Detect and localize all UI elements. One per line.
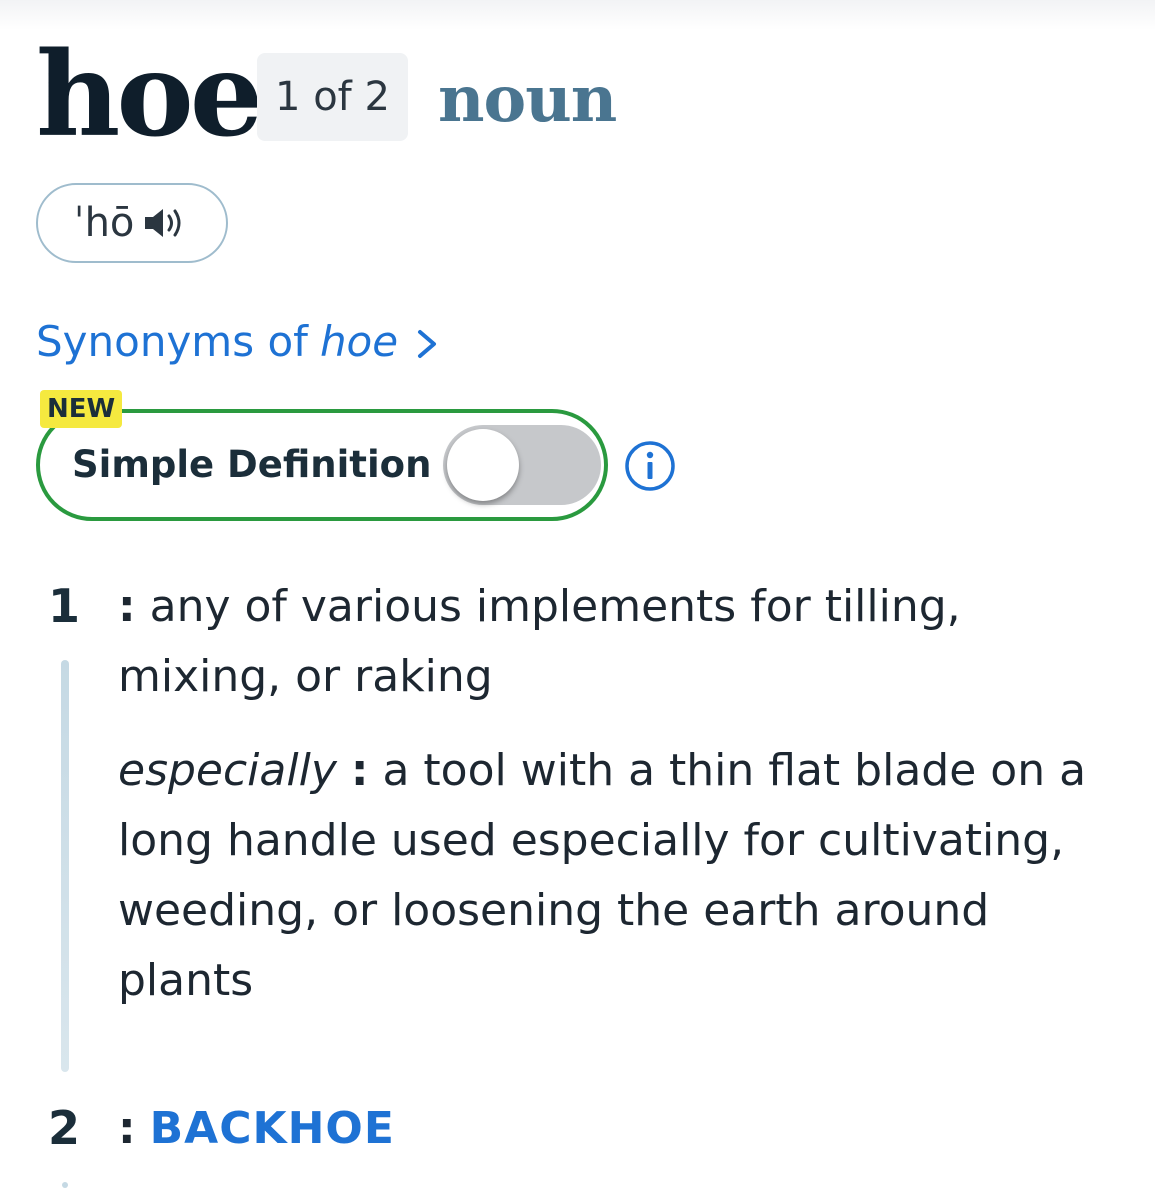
- headword: hoe: [36, 27, 264, 163]
- subsense-label: especially: [118, 745, 337, 796]
- sense-bar: [61, 660, 69, 1072]
- headword-row: hoe 1 of 2 noun: [36, 20, 1136, 163]
- sense-2-definition: : BACKHOE: [118, 1094, 1128, 1164]
- synonyms-prefix: Synonyms of: [36, 317, 308, 366]
- definition-text: any of various implements for tilling, m…: [118, 581, 961, 702]
- simple-definition-toggle[interactable]: [443, 425, 601, 505]
- sense-1-definition: : any of various implements for tilling,…: [118, 572, 1128, 712]
- chevron-right-icon: [412, 322, 442, 362]
- toggle-knob: [447, 429, 519, 501]
- sense-number-2: 2: [48, 1101, 81, 1155]
- definition-colon: :: [118, 581, 136, 632]
- info-icon[interactable]: [624, 440, 676, 492]
- backhoe-link[interactable]: BACKHOE: [150, 1103, 395, 1154]
- definition-colon: :: [118, 1103, 136, 1154]
- part-of-speech[interactable]: noun: [438, 50, 617, 150]
- sense-1-subsense: especially : a tool with a thin flat bla…: [118, 736, 1118, 1016]
- definition-colon: :: [350, 745, 369, 796]
- new-badge: NEW: [40, 390, 123, 428]
- pronunciation-button[interactable]: ˈhō: [36, 183, 228, 263]
- synonyms-link[interactable]: Synonyms of hoe: [36, 314, 442, 370]
- sense-bar-start: [62, 1182, 68, 1188]
- sense-number-1: 1: [48, 579, 81, 633]
- homograph-badge: 1 of 2: [257, 53, 408, 141]
- pronunciation-text: ˈhō: [73, 200, 135, 246]
- synonyms-word: hoe: [319, 317, 399, 366]
- speaker-icon: [142, 203, 190, 243]
- simple-definition-toggle-container: Simple Definition: [36, 409, 608, 521]
- simple-definition-label: Simple Definition: [72, 443, 432, 486]
